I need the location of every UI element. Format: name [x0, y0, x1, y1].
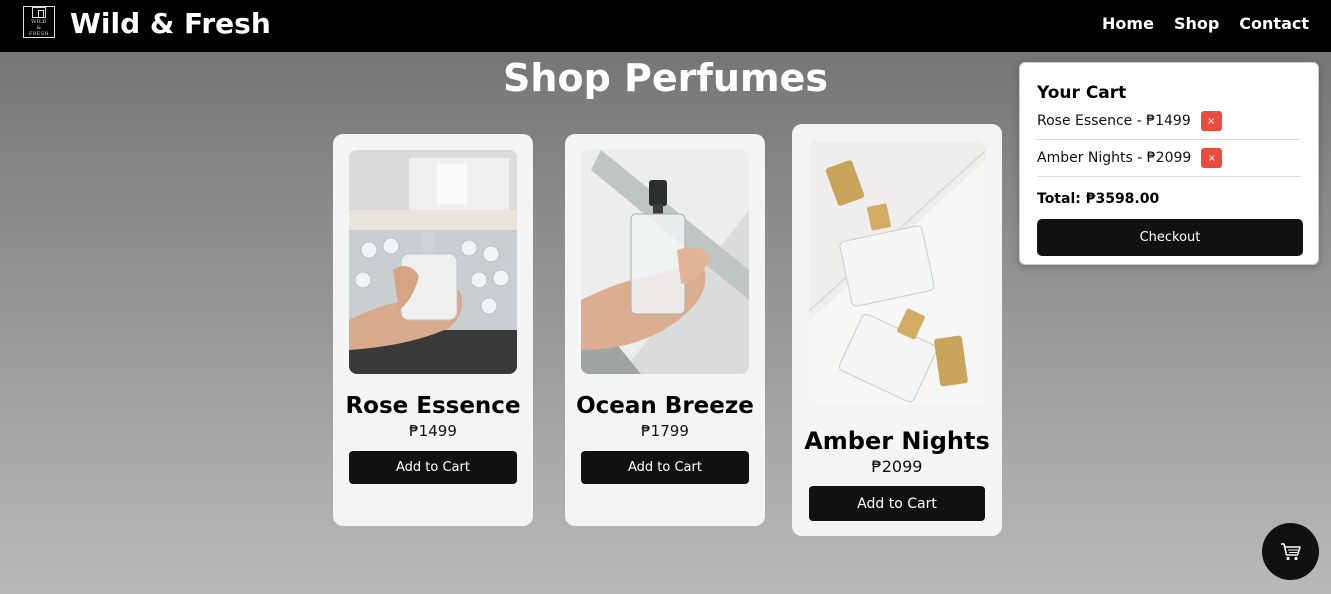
product-card: Amber Nights ₱2099 Add to Cart	[792, 124, 1002, 536]
remove-item-button[interactable]: ×	[1201, 148, 1223, 168]
checkout-button[interactable]: Checkout	[1037, 219, 1303, 256]
perfume-bottle-icon	[32, 7, 46, 18]
logo-icon[interactable]: WILD & FRESH	[23, 6, 55, 38]
product-name: Ocean Breeze	[576, 393, 754, 419]
product-price: ₱1499	[409, 422, 457, 440]
nav-home-link[interactable]: Home	[1102, 14, 1154, 33]
product-name: Rose Essence	[345, 393, 521, 419]
cart-item-label: Rose Essence - ₱1499	[1037, 113, 1191, 129]
add-to-cart-button[interactable]: Add to Cart	[349, 451, 517, 484]
brand-name[interactable]: Wild & Fresh	[70, 7, 271, 41]
product-price: ₱2099	[871, 457, 923, 476]
nav-shop-link[interactable]: Shop	[1174, 14, 1219, 33]
product-image	[809, 141, 985, 405]
product-image	[581, 150, 749, 374]
nav-contact-link[interactable]: Contact	[1239, 14, 1309, 33]
add-to-cart-button[interactable]: Add to Cart	[581, 451, 749, 484]
product-name: Amber Nights	[804, 427, 990, 455]
cart-title: Your Cart	[1037, 83, 1127, 103]
product-price: ₱1799	[641, 422, 689, 440]
logo-text: WILD & FRESH	[28, 19, 50, 37]
cart-item-label: Amber Nights - ₱2099	[1037, 150, 1192, 166]
product-card: Rose Essence ₱1499 Add to Cart	[333, 134, 533, 526]
add-to-cart-button[interactable]: Add to Cart	[809, 486, 985, 521]
cart-item: Rose Essence - ₱1499 ×	[1037, 103, 1301, 140]
product-image	[349, 150, 517, 374]
nav-links: Home Shop Contact	[1102, 14, 1309, 33]
product-card: Ocean Breeze ₱1799 Add to Cart	[565, 134, 765, 526]
floating-cart-button[interactable]	[1262, 523, 1319, 580]
cart-item: Amber Nights - ₱2099 ×	[1037, 140, 1301, 177]
cart-panel: Your Cart Rose Essence - ₱1499 × Amber N…	[1019, 62, 1319, 265]
cart-total: Total: ₱3598.00	[1037, 191, 1160, 207]
cart-icon	[1280, 542, 1301, 560]
navbar: WILD & FRESH Wild & Fresh Home Shop Cont…	[0, 0, 1331, 52]
remove-item-button[interactable]: ×	[1200, 111, 1222, 131]
